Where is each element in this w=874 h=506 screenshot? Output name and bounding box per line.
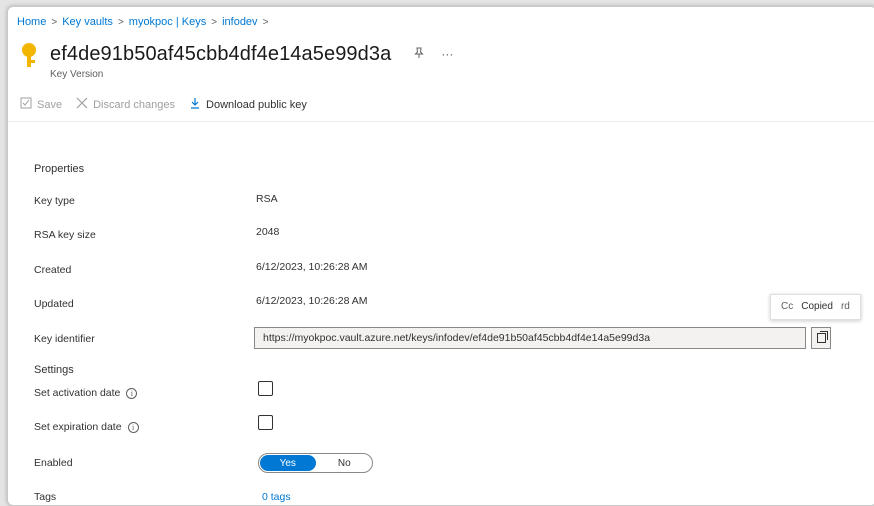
close-icon — [76, 97, 88, 112]
rsa-key-size-value: 2048 — [256, 226, 280, 238]
save-label: Save — [37, 98, 63, 111]
enabled-yes-option[interactable]: Yes — [260, 455, 316, 471]
key-identifier-label: Key identifier — [34, 333, 95, 345]
set-activation-date-label: Set activation date — [34, 387, 121, 399]
breadcrumb-home[interactable]: Home — [17, 16, 46, 28]
key-identifier-field[interactable]: https://myokpoc.vault.azure.net/keys/inf… — [254, 327, 806, 349]
updated-label: Updated — [34, 298, 74, 310]
more-options-icon[interactable]: ··· — [441, 47, 453, 62]
page-title: ef4de91b50af45cbb4df4e14a5e99d3a — [50, 42, 392, 65]
updated-value: 6/12/2023, 10:26:28 AM — [256, 295, 368, 307]
created-value: 6/12/2023, 10:26:28 AM — [256, 261, 368, 273]
rsa-key-size-label: RSA key size — [34, 229, 96, 241]
pin-icon[interactable] — [413, 47, 425, 62]
enabled-label: Enabled — [34, 457, 73, 469]
breadcrumb-separator: > — [211, 16, 218, 28]
download-icon — [189, 97, 201, 112]
tooltip-underlay-left: Cc — [781, 301, 794, 312]
key-icon — [20, 41, 38, 67]
breadcrumb-separator: > — [262, 16, 269, 28]
tags-label: Tags — [34, 491, 57, 503]
discard-changes-label: Discard changes — [93, 98, 176, 111]
download-public-key-button[interactable]: Download public key — [189, 97, 307, 112]
download-public-key-label: Download public key — [206, 98, 307, 111]
copied-tooltip: Cc Copied rd — [770, 294, 861, 320]
activation-date-row-label: Set activation date i — [34, 387, 138, 399]
info-icon[interactable]: i — [127, 421, 139, 433]
title-actions: ··· — [413, 47, 453, 62]
breadcrumb-key-vaults[interactable]: Key vaults — [62, 16, 113, 28]
enabled-no-option[interactable]: No — [317, 454, 373, 472]
key-type-value: RSA — [256, 193, 278, 205]
discard-changes-button[interactable]: Discard changes — [76, 97, 175, 112]
set-expiration-date-checkbox[interactable] — [258, 415, 273, 430]
set-expiration-date-label: Set expiration date — [34, 421, 122, 433]
settings-heading: Settings — [34, 364, 74, 376]
tooltip-underlay-right: rd — [840, 301, 850, 312]
created-label: Created — [34, 264, 72, 276]
breadcrumb-myokpoc-keys[interactable]: myokpoc | Keys — [129, 16, 206, 28]
key-type-label: Key type — [34, 195, 75, 207]
breadcrumb: Home > Key vaults > myokpoc | Keys > inf… — [17, 16, 268, 28]
set-activation-date-checkbox[interactable] — [258, 381, 273, 396]
save-button[interactable]: Save — [20, 97, 62, 112]
tooltip-text: Copied — [797, 295, 837, 319]
toolbar: Save Discard changes Download public key — [20, 97, 321, 112]
title-row: ef4de91b50af45cbb4df4e14a5e99d3a ··· — [20, 41, 453, 67]
info-icon[interactable]: i — [126, 387, 138, 399]
copy-to-clipboard-button[interactable] — [811, 327, 831, 349]
toolbar-divider — [8, 121, 874, 122]
copy-icon — [816, 331, 828, 343]
breadcrumb-separator: > — [51, 16, 58, 28]
enabled-toggle[interactable]: Yes No — [258, 453, 373, 473]
breadcrumb-separator: > — [117, 16, 124, 28]
breadcrumb-infodev[interactable]: infodev — [222, 16, 257, 28]
page-subtitle: Key Version — [50, 69, 104, 80]
key-version-blade: Home > Key vaults > myokpoc | Keys > inf… — [7, 6, 874, 506]
tags-link[interactable]: 0 tags — [262, 491, 291, 503]
properties-heading: Properties — [34, 163, 85, 175]
expiration-date-row-label: Set expiration date i — [34, 421, 139, 433]
save-icon — [20, 97, 32, 112]
